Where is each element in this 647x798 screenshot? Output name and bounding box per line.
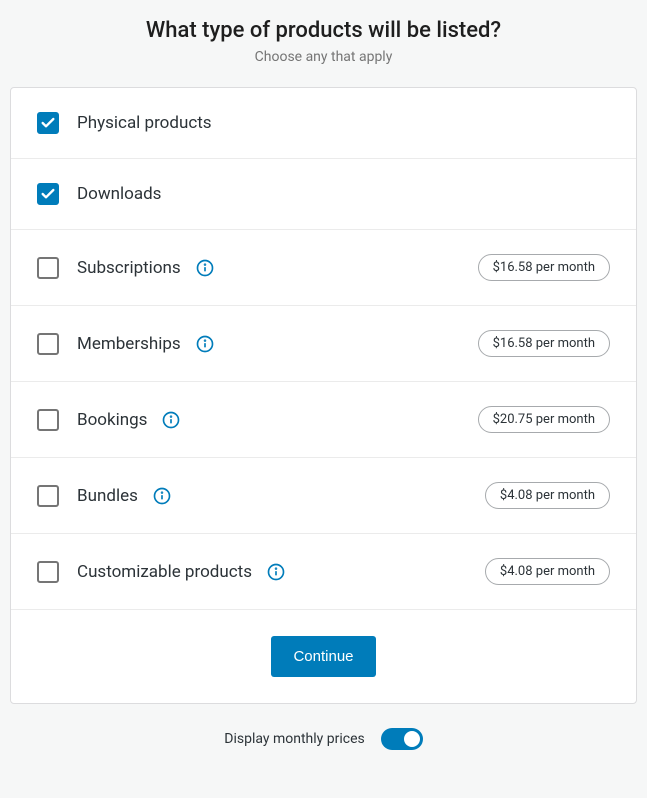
checkbox-memberships[interactable] (37, 333, 59, 355)
checkbox-downloads[interactable] (37, 183, 59, 205)
option-label[interactable]: Bookings (77, 410, 147, 430)
page-subtitle: Choose any that apply (10, 49, 637, 65)
list-item: Downloads (11, 159, 636, 230)
price-badge: $16.58 per month (478, 330, 610, 357)
info-icon[interactable] (152, 486, 172, 506)
toggle-area: Display monthly prices (10, 728, 637, 750)
price-badge: $20.75 per month (478, 406, 610, 433)
checkbox-subscriptions[interactable] (37, 257, 59, 279)
continue-button[interactable]: Continue (271, 636, 375, 677)
list-item: Bookings $20.75 per month (11, 382, 636, 458)
option-label[interactable]: Downloads (77, 184, 161, 204)
option-label[interactable]: Physical products (77, 113, 212, 133)
checkbox-customizable-products[interactable] (37, 561, 59, 583)
info-icon[interactable] (195, 258, 215, 278)
option-label[interactable]: Memberships (77, 334, 181, 354)
list-item: Customizable products $4.08 per month (11, 534, 636, 610)
checkbox-bookings[interactable] (37, 409, 59, 431)
info-icon[interactable] (266, 562, 286, 582)
list-item: Subscriptions $16.58 per month (11, 230, 636, 306)
option-label[interactable]: Bundles (77, 486, 138, 506)
list-item: Physical products (11, 88, 636, 159)
toggle-label: Display monthly prices (224, 731, 364, 747)
info-icon[interactable] (161, 410, 181, 430)
price-badge: $4.08 per month (485, 558, 610, 585)
checkbox-bundles[interactable] (37, 485, 59, 507)
price-badge: $16.58 per month (478, 254, 610, 281)
option-label[interactable]: Customizable products (77, 562, 252, 582)
toggle-thumb (404, 731, 420, 747)
header: What type of products will be listed? Ch… (10, 18, 637, 65)
check-icon (40, 115, 56, 131)
display-monthly-prices-toggle[interactable] (381, 728, 423, 750)
product-type-card: Physical products Downloads Subscription… (10, 87, 637, 704)
list-item: Memberships $16.58 per month (11, 306, 636, 382)
check-icon (40, 186, 56, 202)
option-label[interactable]: Subscriptions (77, 258, 181, 278)
list-item: Bundles $4.08 per month (11, 458, 636, 534)
price-badge: $4.08 per month (485, 482, 610, 509)
continue-area: Continue (11, 610, 636, 703)
page-title: What type of products will be listed? (10, 18, 637, 43)
info-icon[interactable] (195, 334, 215, 354)
checkbox-physical-products[interactable] (37, 112, 59, 134)
